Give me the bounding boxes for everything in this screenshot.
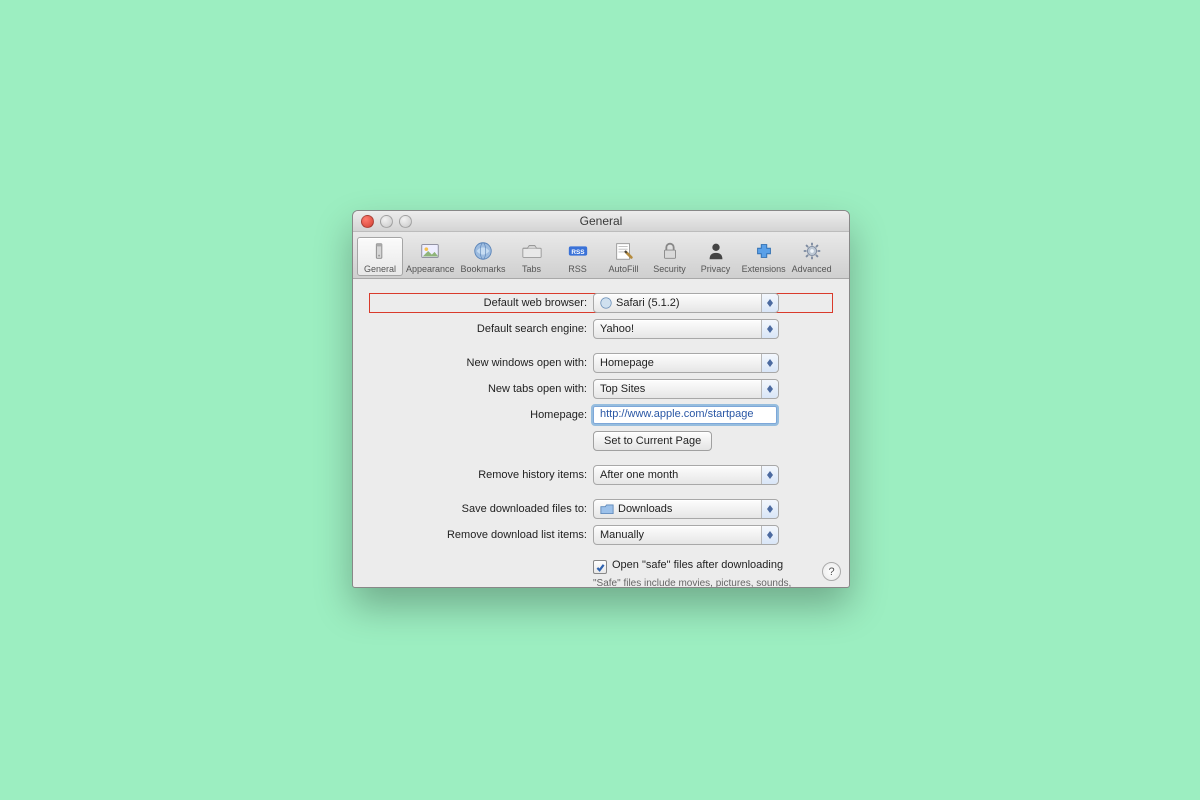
new-tabs-value: Top Sites bbox=[600, 383, 645, 395]
toolbar-tab-tabs[interactable]: Tabs bbox=[509, 237, 555, 276]
window-title: General bbox=[353, 214, 849, 228]
help-button[interactable]: ? bbox=[822, 562, 841, 581]
toolbar-tab-autofill[interactable]: AutoFill bbox=[601, 237, 647, 276]
preferences-window: General General Appearance Bookmarks bbox=[352, 210, 850, 588]
homepage-row: Homepage: bbox=[369, 405, 833, 425]
save-downloads-popup[interactable]: Downloads bbox=[593, 499, 779, 519]
toolbar-label: General bbox=[364, 264, 396, 274]
minimize-window-button[interactable] bbox=[380, 215, 393, 228]
remove-downloads-popup[interactable]: Manually bbox=[593, 525, 779, 545]
popup-arrows-icon bbox=[761, 294, 778, 312]
homepage-field[interactable] bbox=[593, 406, 777, 424]
advanced-icon bbox=[799, 239, 825, 263]
toolbar-label: RSS bbox=[568, 264, 587, 274]
toolbar-label: Tabs bbox=[522, 264, 541, 274]
help-icon: ? bbox=[828, 566, 834, 578]
default-browser-row: Default web browser: Safari (5.1.2) bbox=[369, 293, 833, 313]
save-downloads-row: Save downloaded files to: Downloads bbox=[369, 499, 833, 519]
homepage-input[interactable] bbox=[598, 407, 776, 421]
default-browser-label: Default web browser: bbox=[369, 297, 593, 309]
default-search-label: Default search engine: bbox=[369, 323, 593, 335]
toolbar-label: Advanced bbox=[792, 264, 832, 274]
popup-arrows-icon bbox=[761, 500, 778, 518]
toolbar-tab-general[interactable]: General bbox=[357, 237, 403, 276]
bookmarks-icon bbox=[470, 239, 496, 263]
toolbar-label: AutoFill bbox=[609, 264, 639, 274]
toolbar-tab-bookmarks[interactable]: Bookmarks bbox=[458, 237, 509, 276]
toolbar-tab-rss[interactable]: RSS RSS bbox=[555, 237, 601, 276]
toolbar-tab-privacy[interactable]: Privacy bbox=[693, 237, 739, 276]
remove-history-value: After one month bbox=[600, 469, 678, 481]
security-icon bbox=[657, 239, 683, 263]
open-safe-hint: "Safe" files include movies, pictures, s… bbox=[593, 577, 793, 588]
set-current-page-row: Set to Current Page bbox=[369, 431, 833, 451]
default-browser-popup[interactable]: Safari (5.1.2) bbox=[593, 293, 779, 313]
toolbar-label: Bookmarks bbox=[461, 264, 506, 274]
default-browser-value: Safari (5.1.2) bbox=[616, 297, 680, 309]
open-safe-checkbox[interactable] bbox=[593, 560, 607, 574]
close-window-button[interactable] bbox=[361, 215, 374, 228]
remove-downloads-label: Remove download list items: bbox=[369, 529, 593, 541]
toolbar-tab-extensions[interactable]: Extensions bbox=[739, 237, 789, 276]
save-downloads-value: Downloads bbox=[618, 503, 672, 515]
homepage-label: Homepage: bbox=[369, 409, 593, 421]
rss-icon: RSS bbox=[565, 239, 591, 263]
new-tabs-popup[interactable]: Top Sites bbox=[593, 379, 779, 399]
toolbar-tab-appearance[interactable]: Appearance bbox=[403, 237, 458, 276]
new-windows-popup[interactable]: Homepage bbox=[593, 353, 779, 373]
default-search-row: Default search engine: Yahoo! bbox=[369, 319, 833, 339]
toolbar-tab-advanced[interactable]: Advanced bbox=[789, 237, 835, 276]
open-safe-label: Open "safe" files after downloading bbox=[612, 559, 783, 571]
extensions-icon bbox=[751, 239, 777, 263]
popup-arrows-icon bbox=[761, 526, 778, 544]
new-windows-label: New windows open with: bbox=[369, 357, 593, 369]
appearance-icon bbox=[417, 239, 443, 263]
remove-downloads-row: Remove download list items: Manually bbox=[369, 525, 833, 545]
default-search-value: Yahoo! bbox=[600, 323, 634, 335]
popup-arrows-icon bbox=[761, 380, 778, 398]
open-safe-row: Open "safe" files after downloading "Saf… bbox=[369, 559, 833, 588]
popup-arrows-icon bbox=[761, 354, 778, 372]
toolbar-label: Appearance bbox=[406, 264, 455, 274]
set-to-current-page-button[interactable]: Set to Current Page bbox=[593, 431, 712, 451]
set-to-current-page-label: Set to Current Page bbox=[604, 435, 701, 447]
privacy-icon bbox=[703, 239, 729, 263]
toolbar-label: Extensions bbox=[742, 264, 786, 274]
safari-icon bbox=[600, 297, 612, 309]
remove-history-popup[interactable]: After one month bbox=[593, 465, 779, 485]
titlebar: General bbox=[353, 211, 849, 232]
folder-icon bbox=[600, 504, 614, 515]
new-tabs-row: New tabs open with: Top Sites bbox=[369, 379, 833, 399]
svg-text:RSS: RSS bbox=[571, 249, 585, 256]
general-pane: Default web browser: Safari (5.1.2) Defa… bbox=[353, 279, 849, 588]
zoom-window-button[interactable] bbox=[399, 215, 412, 228]
autofill-icon bbox=[611, 239, 637, 263]
tabs-icon bbox=[519, 239, 545, 263]
remove-history-label: Remove history items: bbox=[369, 469, 593, 481]
new-tabs-label: New tabs open with: bbox=[369, 383, 593, 395]
new-windows-value: Homepage bbox=[600, 357, 654, 369]
new-windows-row: New windows open with: Homepage bbox=[369, 353, 833, 373]
preferences-toolbar: General Appearance Bookmarks Tabs RSS RS… bbox=[353, 232, 849, 279]
popup-arrows-icon bbox=[761, 320, 778, 338]
traffic-lights bbox=[361, 215, 412, 228]
general-icon bbox=[367, 239, 393, 263]
default-search-popup[interactable]: Yahoo! bbox=[593, 319, 779, 339]
toolbar-label: Privacy bbox=[701, 264, 731, 274]
toolbar-label: Security bbox=[653, 264, 686, 274]
remove-history-row: Remove history items: After one month bbox=[369, 465, 833, 485]
toolbar-tab-security[interactable]: Security bbox=[647, 237, 693, 276]
popup-arrows-icon bbox=[761, 466, 778, 484]
save-downloads-label: Save downloaded files to: bbox=[369, 503, 593, 515]
remove-downloads-value: Manually bbox=[600, 529, 644, 541]
